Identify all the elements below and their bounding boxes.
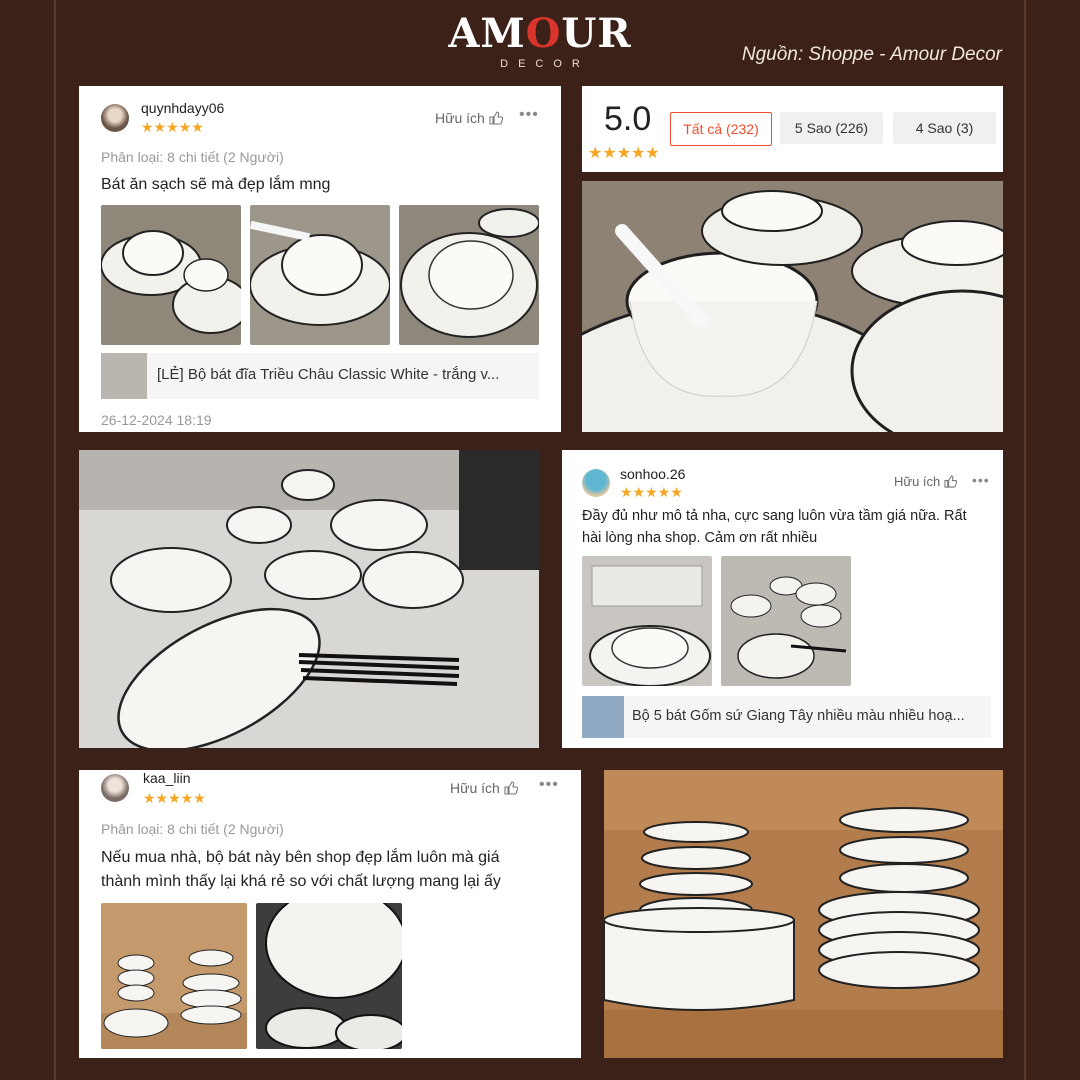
- rating-stars: ★★★★★: [620, 484, 683, 500]
- avatar[interactable]: [582, 469, 610, 497]
- filter-4-star[interactable]: 4 Sao (3): [893, 112, 996, 144]
- rating-stars: ★★★★★: [143, 790, 206, 806]
- avatar[interactable]: [101, 104, 129, 132]
- thumbs-up-icon: [944, 474, 958, 489]
- product-thumbnail: [582, 696, 624, 738]
- more-dots-icon[interactable]: •••: [519, 106, 539, 124]
- helpful-button[interactable]: Hữu ích: [450, 780, 518, 796]
- frame-line-right: [1024, 0, 1026, 1080]
- review-text: Bát ăn sạch sẽ mà đẹp lắm mng: [101, 176, 331, 193]
- review-card-2: sonhoo.26 ★★★★★ Hữu ích ••• Đầy đủ như m…: [562, 450, 1003, 748]
- filter-all[interactable]: Tất cả (232): [670, 112, 772, 146]
- username[interactable]: sonhoo.26: [620, 466, 685, 482]
- review-text-line1: Nếu mua nhà, bộ bát này bên shop đẹp lắm…: [101, 849, 500, 866]
- review-photo-2[interactable]: [721, 556, 851, 686]
- logo-text-a: AM: [448, 10, 526, 57]
- photo-cabinet-stack: [604, 770, 1003, 1058]
- product-link[interactable]: [LẺ] Bộ bát đĩa Triều Châu Classic White…: [101, 353, 539, 399]
- photo-kitchen-set: [79, 450, 539, 748]
- logo-text-b: UR: [561, 10, 632, 57]
- review-card-3: kaa_liin ★★★★★ Hữu ích ••• Phân loại: 8 …: [79, 770, 581, 1058]
- thumbs-up-icon: [504, 780, 518, 796]
- variant-label: Phân loại: 8 chi tiết (2 Người): [101, 821, 284, 837]
- product-link[interactable]: Bộ 5 bát Gốm sứ Giang Tây nhiều màu nhiề…: [582, 696, 991, 738]
- review-text-line2: hài lòng nha shop. Cảm ơn rất nhiều: [582, 530, 818, 546]
- review-card-1: quynhdayy06 ★★★★★ Hữu ích ••• Phân loại:…: [79, 86, 561, 432]
- logo-text-o: O: [525, 10, 562, 57]
- helpful-label: Hữu ích: [450, 780, 500, 796]
- product-title: Bộ 5 bát Gốm sứ Giang Tây nhiều màu nhiề…: [632, 708, 965, 724]
- helpful-button[interactable]: Hữu ích: [894, 474, 958, 489]
- photo-bowls-closeup: [582, 181, 1003, 432]
- review-photo-1[interactable]: [101, 903, 247, 1049]
- more-dots-icon[interactable]: •••: [972, 472, 990, 488]
- product-title: [LẺ] Bộ bát đĩa Triều Châu Classic White…: [157, 366, 500, 383]
- avatar[interactable]: [101, 774, 129, 802]
- review-text-line1: Đầy đủ như mô tả nha, cực sang luôn vừa …: [582, 508, 967, 524]
- thumbs-up-icon: [489, 110, 503, 126]
- review-date: 26-12-2024 18:19: [101, 412, 212, 428]
- rating-stars: ★★★★★: [141, 119, 204, 135]
- average-stars: ★★★★★: [588, 145, 660, 162]
- filter-5-star[interactable]: 5 Sao (226): [780, 112, 883, 144]
- average-score: 5.0: [604, 100, 652, 138]
- review-photo-1[interactable]: [582, 556, 712, 686]
- more-dots-icon[interactable]: •••: [539, 776, 559, 794]
- variant-label: Phân loại: 8 chi tiết (2 Người): [101, 149, 284, 165]
- review-photo-3[interactable]: [399, 205, 539, 345]
- review-photo-2[interactable]: [250, 205, 390, 345]
- frame-line-left: [54, 0, 56, 1080]
- helpful-label: Hữu ích: [435, 110, 485, 126]
- username[interactable]: kaa_liin: [143, 770, 190, 786]
- product-thumbnail: [101, 353, 147, 399]
- review-text-line2: thành mình thấy lại khá rẻ so với chất l…: [101, 873, 501, 890]
- helpful-button[interactable]: Hữu ích: [435, 110, 503, 126]
- review-photo-1[interactable]: [101, 205, 241, 345]
- username[interactable]: quynhdayy06: [141, 100, 224, 116]
- source-caption: Nguồn: Shoppe - Amour Decor: [741, 44, 1002, 65]
- review-photo-2[interactable]: [256, 903, 402, 1049]
- rating-summary: 5.0 ★★★★★ Tất cả (232) 5 Sao (226) 4 Sao…: [582, 86, 1003, 172]
- helpful-label: Hữu ích: [894, 474, 941, 489]
